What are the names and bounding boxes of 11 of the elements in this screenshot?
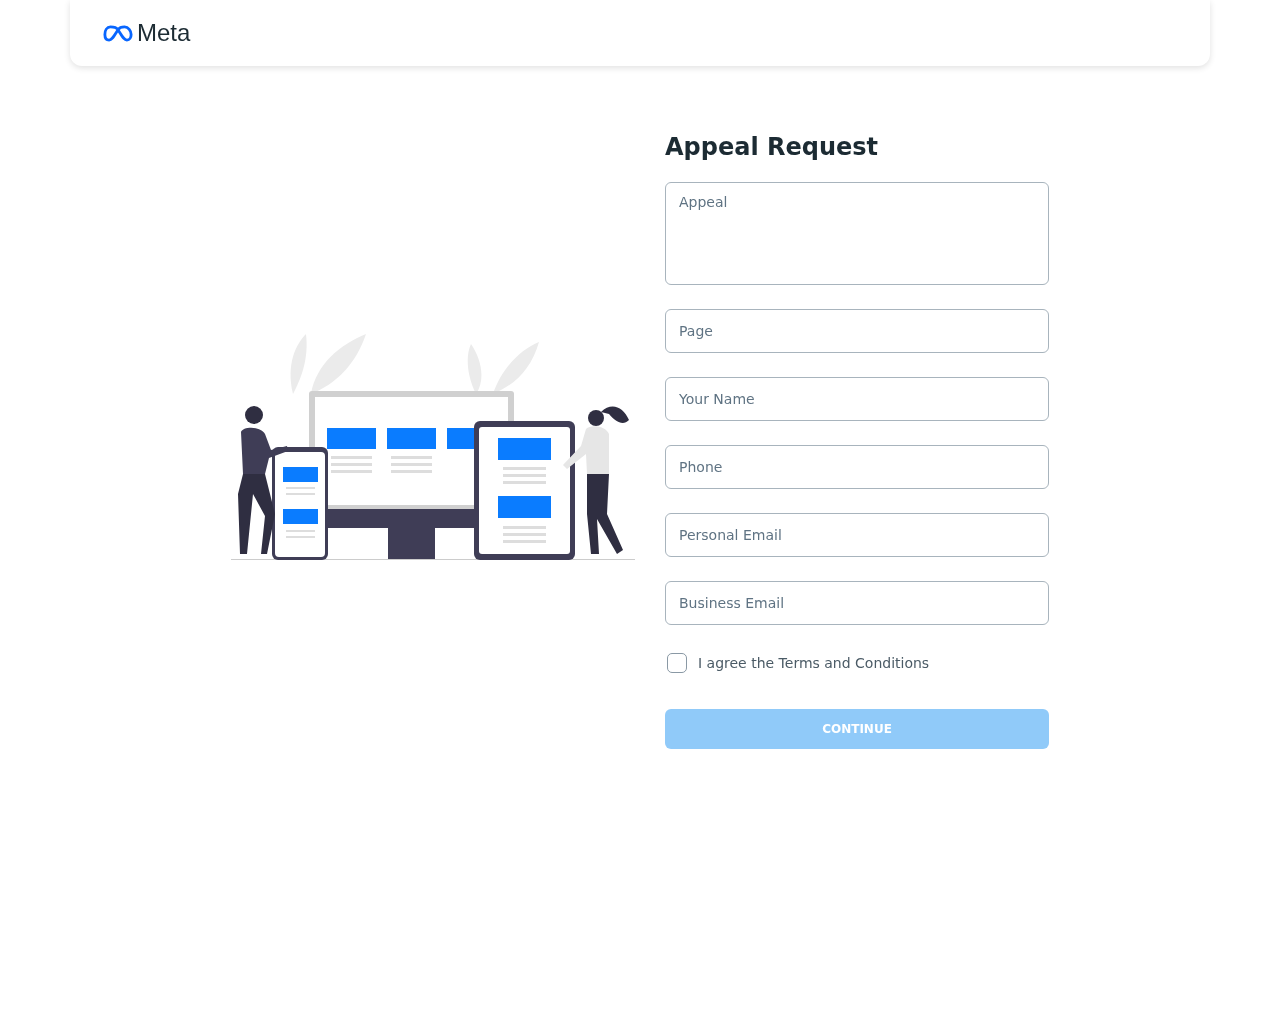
input-field[interactable]: Your Name: [665, 377, 1049, 421]
agree-label: I agree the Terms and Conditions: [698, 655, 930, 671]
form-title: Appeal Request: [665, 132, 880, 162]
infinity-logo-icon: [103, 23, 133, 43]
input-field[interactable]: Phone: [665, 445, 1049, 489]
input-field[interactable]: Personal Email: [665, 513, 1049, 557]
input-field[interactable]: Page: [665, 309, 1049, 353]
input-field[interactable]: Business Email: [665, 581, 1049, 625]
agree-checkbox[interactable]: [667, 653, 687, 673]
logo-text: Meta: [137, 19, 191, 47]
appeal-textarea[interactable]: Appeal: [665, 182, 1049, 285]
